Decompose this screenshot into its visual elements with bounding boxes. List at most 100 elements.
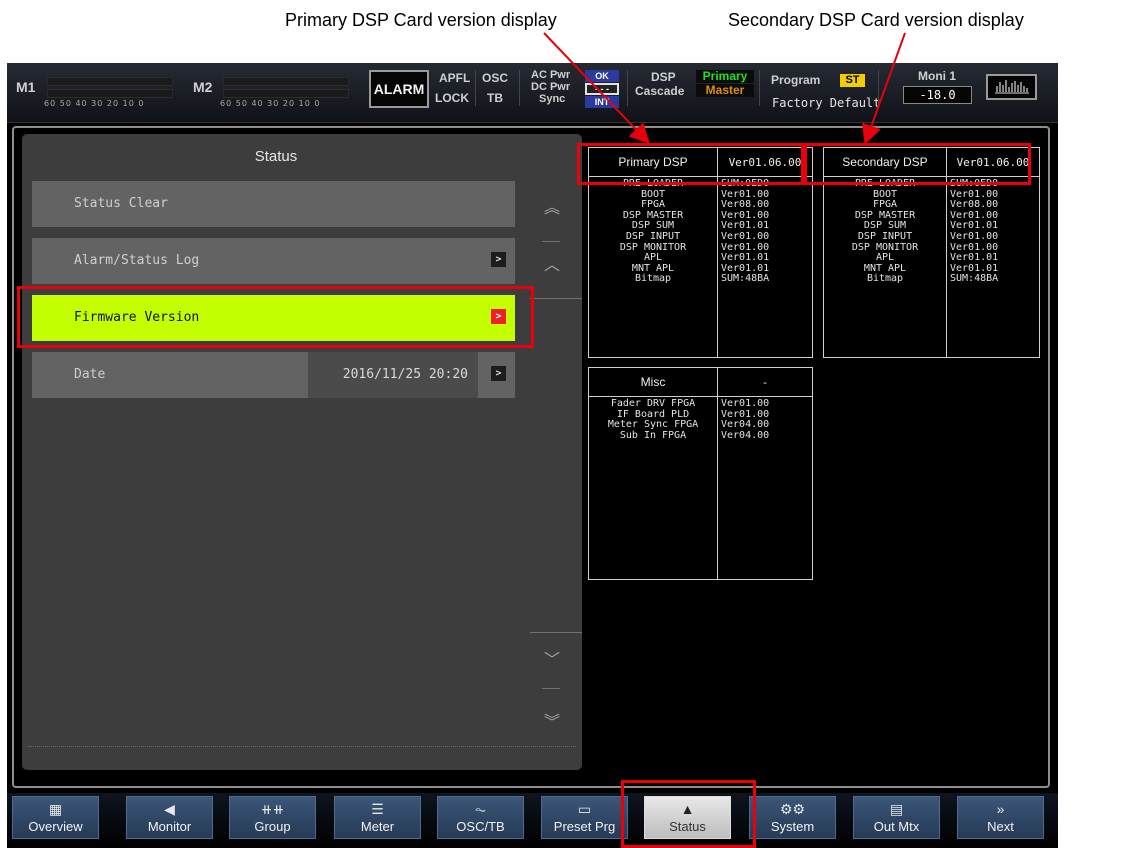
osc-indicator: OSC <box>482 71 509 85</box>
cascade-label: Cascade <box>635 84 685 98</box>
version-row: PRE LOADER <box>854 178 916 189</box>
lock-indicator: LOCK <box>435 91 469 105</box>
version-row: Bitmap <box>866 273 904 285</box>
matrix-icon: ▤ <box>889 801 904 817</box>
version-row: SUM:48BA <box>721 273 770 285</box>
tab-label: Group <box>254 819 291 834</box>
program-label: Program <box>771 73 821 87</box>
firmware-version-label: Firmware Version <box>74 310 200 325</box>
scroll-to-top-icon[interactable]: ︽ <box>542 194 562 218</box>
next-icon: » <box>996 801 1005 817</box>
primary-dsp-header: Primary DSP <box>589 148 717 177</box>
version-row: Ver01.00 <box>721 230 770 242</box>
program-mode-badge: ST <box>840 74 865 87</box>
content-frame: Status Status Clear Alarm/Status Log > F… <box>12 126 1050 788</box>
alarm-button[interactable]: ALARM <box>369 70 429 108</box>
dc-pwr-label: DC Pwr <box>531 81 571 93</box>
version-row: Bitmap <box>634 273 672 285</box>
dsp-label: DSP <box>651 70 676 84</box>
version-row: SUM:48BA <box>950 273 999 285</box>
date-button[interactable]: Date 2016/11/25 20:20 > <box>32 352 515 398</box>
preset-icon: ▭ <box>577 801 592 817</box>
ac-pwr-label: AC Pwr <box>531 69 571 81</box>
primary-dsp-versions: SUM:0ED0 Ver01.00 Ver08.00 Ver01.00 Ver01.01… <box>721 178 770 285</box>
sync-indicator: INT <box>585 96 619 108</box>
tab-label: Meter <box>360 819 395 834</box>
sync-label: Sync <box>539 93 566 105</box>
header-separator <box>759 70 760 106</box>
version-row: DSP INPUT <box>625 230 681 242</box>
header-separator <box>519 70 520 106</box>
date-label: Date <box>74 367 106 382</box>
cascade-master-status: Master <box>696 84 754 97</box>
version-row: PRE LOADER <box>622 178 684 189</box>
secondary-dsp-header-version: Ver01.06.00 <box>947 148 1039 177</box>
column-divider <box>946 148 947 357</box>
gears-icon: ⚙⚙ <box>779 801 806 817</box>
m1-meter-bottom <box>47 89 173 98</box>
version-row: Ver04.00 <box>721 429 770 441</box>
primary-dsp-header-version: Ver01.06.00 <box>718 148 812 177</box>
version-row: Fader DRV FPGA <box>610 398 696 409</box>
ac-power-indicator: OK <box>585 70 619 82</box>
meter-icon: ☰ <box>371 801 384 817</box>
dc-power-indicator: - - - <box>585 83 619 95</box>
secondary-dsp-table: Secondary DSP Ver01.06.00 PRE LOADER BOOT… <box>823 147 1040 358</box>
tab-next[interactable]: » Next <box>957 796 1044 839</box>
chevron-right-icon: > <box>491 252 506 267</box>
moni-label: Moni 1 <box>918 69 956 83</box>
scroll-up-icon[interactable]: ︿ <box>542 251 562 275</box>
m2-label: M2 <box>193 79 213 95</box>
status-header: M1 60 50 40 30 20 10 0 M2 60 50 40 30 20… <box>7 63 1058 123</box>
primary-dsp-annotation: Primary DSP Card version display <box>285 10 557 30</box>
status-clear-label: Status Clear <box>74 196 168 211</box>
tab-group[interactable]: ⧺⧺ Group <box>229 796 316 839</box>
alarm-status-log-button[interactable]: Alarm/Status Log > <box>32 238 515 284</box>
version-row: Ver01.00 <box>950 230 999 242</box>
alarm-status-log-label: Alarm/Status Log <box>74 253 200 268</box>
tab-label: Out Mtx <box>873 819 920 834</box>
scroll-divider <box>542 241 560 242</box>
tab-osc-tb[interactable]: ⏦ OSC/TB <box>437 796 524 839</box>
m1-meter-scale: 60 50 40 30 20 10 0 <box>44 99 145 108</box>
tab-meter[interactable]: ☰ Meter <box>334 796 421 839</box>
tab-label: Preset Prg <box>553 819 616 834</box>
status-panel-title: Status <box>254 148 298 165</box>
misc-header-version: - <box>718 368 812 397</box>
misc-names: Fader DRV FPGA IF Board PLD Meter Sync FPG… <box>589 398 717 441</box>
secondary-dsp-versions: SUM:0ED0 Ver01.00 Ver08.00 Ver01.00 Ver01.01… <box>950 178 999 285</box>
tab-label: Overview <box>28 819 83 834</box>
primary-dsp-table: Primary DSP Ver01.06.00 PRE LOADER BOOT FP… <box>588 147 813 358</box>
waveform-icon <box>995 80 1029 94</box>
m2-meter-scale: 60 50 40 30 20 10 0 <box>220 99 321 108</box>
primary-dsp-names: PRE LOADER BOOT FPGA DSP MASTER DSP SUM DSP I… <box>589 178 717 285</box>
tab-system[interactable]: ⚙⚙ System <box>749 796 836 839</box>
monitor-level[interactable]: -18.0 <box>903 86 972 104</box>
scroll-down-icon[interactable]: ﹀ <box>542 646 562 670</box>
secondary-dsp-annotation: Secondary DSP Card version display <box>728 10 1024 30</box>
m1-meter-top <box>47 77 173 86</box>
firmware-version-button[interactable]: Firmware Version > <box>32 295 515 341</box>
osc-icon: ⏦ <box>474 801 487 817</box>
apfl-indicator: APFL <box>439 71 471 85</box>
scroll-divider <box>530 298 582 299</box>
tab-label: Monitor <box>147 819 192 834</box>
waveform-button[interactable] <box>986 74 1037 100</box>
tab-label: System <box>770 819 815 834</box>
status-clear-button[interactable]: Status Clear <box>32 181 515 227</box>
misc-table: Misc - Fader DRV FPGA IF Board PLD Meter S… <box>588 367 813 580</box>
m2-meter-bottom <box>223 89 349 98</box>
tab-label: OSC/TB <box>456 819 505 834</box>
tab-monitor[interactable]: ◀ Monitor <box>126 796 213 839</box>
scroll-to-bottom-icon[interactable]: ︾ <box>542 708 562 732</box>
misc-versions: Ver01.00 Ver01.00 Ver04.00 Ver04.00 <box>721 398 770 441</box>
scroll-divider <box>530 632 582 633</box>
tab-out-mtx[interactable]: ▤ Out Mtx <box>853 796 940 839</box>
tab-status[interactable]: ▲ Status <box>644 796 731 839</box>
version-row: DSP INPUT <box>857 230 913 242</box>
tab-preset-prg[interactable]: ▭ Preset Prg <box>541 796 628 839</box>
tab-overview[interactable]: ▦ Overview <box>12 796 99 839</box>
bottom-tab-bar: ▦ Overview ◀ Monitor ⧺⧺ Group ☰ Meter ⏦ OSC/TB ▭ Pr… <box>7 793 1058 848</box>
chevron-right-icon: > <box>491 366 506 381</box>
version-row: SUM:0ED0 <box>721 178 770 189</box>
